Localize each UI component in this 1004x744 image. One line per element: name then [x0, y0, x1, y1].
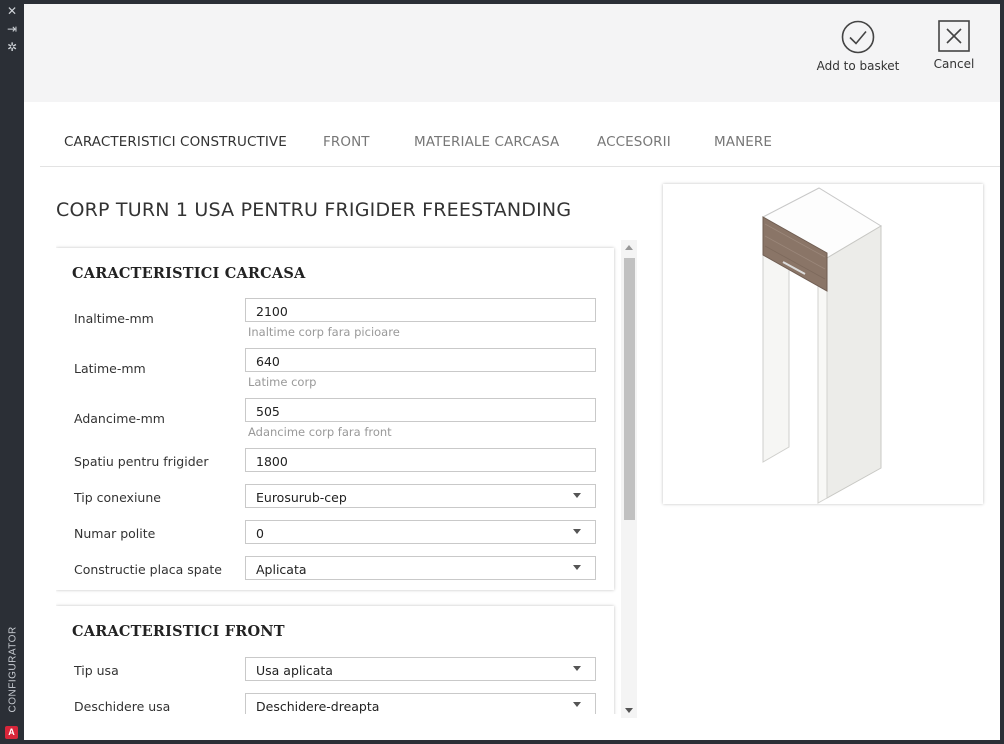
tab-materiale-carcasa[interactable]: MATERIALE CARCASA — [414, 134, 559, 150]
tip-usa-value: Usa aplicata — [256, 663, 333, 678]
tip-usa-select[interactable]: Usa aplicata — [245, 657, 596, 681]
settings-icon[interactable]: ✲ — [4, 40, 20, 54]
properties-scroll-area: CARACTERISTICI CARCASA Inaltime-mm 2100 … — [56, 244, 640, 714]
header-bar: Add to basket Cancel — [24, 4, 1000, 102]
add-to-basket-label: Add to basket — [816, 59, 900, 73]
side-rail: ✕ ⇥ ✲ CONFIGURATOR A — [0, 0, 24, 744]
label-adancime: Adancime-mm — [74, 411, 165, 426]
tab-manere[interactable]: MANERE — [714, 134, 772, 150]
label-constructie-placa-spate: Constructie placa spate — [74, 562, 222, 577]
tab-caracteristici-constructive[interactable]: CARACTERISTICI CONSTRUCTIVE — [64, 134, 287, 150]
close-panel-icon[interactable]: ✕ — [4, 4, 20, 18]
vertical-scrollbar[interactable] — [621, 240, 637, 718]
3d-preview-panel[interactable] — [663, 184, 983, 504]
chevron-down-icon — [573, 702, 581, 707]
tip-conexiune-select[interactable]: Eurosurub-cep — [245, 484, 596, 508]
check-circle-icon — [841, 20, 875, 54]
hint-latime: Latime corp — [248, 375, 317, 389]
scroll-up-icon[interactable] — [625, 245, 633, 250]
tab-accesorii[interactable]: ACCESORII — [597, 134, 671, 150]
scroll-down-icon[interactable] — [625, 708, 633, 713]
cabinet-right-edge — [817, 257, 828, 504]
tab-bar: CARACTERISTICI CONSTRUCTIVE FRONT MATERI… — [40, 102, 1000, 167]
chevron-down-icon — [573, 529, 581, 534]
cabinet-right-side — [826, 225, 882, 499]
page-title: CORP TURN 1 USA PENTRU FRIGIDER FREESTAN… — [56, 199, 572, 221]
spatiu-frigider-input[interactable]: 1800 — [245, 448, 596, 472]
label-tip-usa: Tip usa — [74, 663, 119, 678]
label-latime: Latime-mm — [74, 361, 146, 376]
cancel-label: Cancel — [933, 57, 975, 71]
latime-input[interactable]: 640 — [245, 348, 596, 372]
tab-front[interactable]: FRONT — [323, 134, 370, 150]
constructie-placa-spate-value: Aplicata — [256, 562, 307, 577]
section-title-carcasa: CARACTERISTICI CARCASA — [72, 265, 306, 282]
cabinet-3d-model — [762, 187, 882, 504]
constructie-placa-spate-select[interactable]: Aplicata — [245, 556, 596, 580]
numar-polite-select[interactable]: 0 — [245, 520, 596, 544]
card-caracteristici-front: CARACTERISTICI FRONT Tip usa Usa aplicat… — [56, 606, 614, 714]
hint-adancime: Adancime corp fara front — [248, 425, 392, 439]
tip-conexiune-value: Eurosurub-cep — [256, 490, 347, 505]
label-numar-polite: Numar polite — [74, 526, 156, 541]
label-inaltime: Inaltime-mm — [74, 311, 154, 326]
configurator-tab-label: CONFIGURATOR — [7, 626, 19, 713]
deschidere-usa-select[interactable]: Deschidere-dreapta — [245, 693, 596, 714]
cancel-button[interactable]: Cancel — [929, 20, 979, 71]
adancime-input[interactable]: 505 — [245, 398, 596, 422]
numar-polite-value: 0 — [256, 526, 264, 541]
label-deschidere-usa: Deschidere usa — [74, 699, 171, 714]
inaltime-input[interactable]: 2100 — [245, 298, 596, 322]
chevron-down-icon — [573, 666, 581, 671]
configurator-window: Add to basket Cancel CARACTERISTICI CONS… — [24, 4, 1000, 740]
chevron-down-icon — [573, 493, 581, 498]
label-tip-conexiune: Tip conexiune — [74, 490, 161, 505]
close-box-icon — [938, 20, 970, 52]
card-caracteristici-carcasa: CARACTERISTICI CARCASA Inaltime-mm 2100 … — [56, 248, 614, 590]
hint-inaltime: Inaltime corp fara picioare — [248, 325, 400, 339]
section-title-front: CARACTERISTICI FRONT — [72, 623, 285, 640]
pin-panel-icon[interactable]: ⇥ — [4, 22, 20, 36]
deschidere-usa-value: Deschidere-dreapta — [256, 699, 380, 714]
scrollbar-thumb[interactable] — [624, 258, 635, 520]
chevron-down-icon — [573, 565, 581, 570]
configurator-tab[interactable]: CONFIGURATOR — [2, 626, 22, 718]
add-to-basket-button[interactable]: Add to basket — [814, 20, 902, 73]
label-spatiu-frigider: Spatiu pentru frigider — [74, 454, 209, 469]
app-logo-icon: A — [5, 726, 18, 739]
